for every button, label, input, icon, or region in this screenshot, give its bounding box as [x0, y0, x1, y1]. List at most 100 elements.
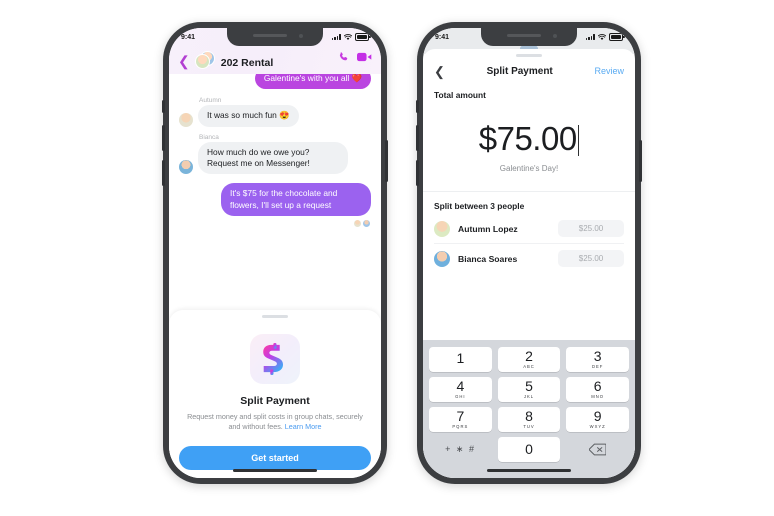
key-letters: WXYZ — [589, 424, 606, 430]
drag-handle[interactable] — [262, 315, 288, 318]
right-phone-device: 9:41 ❮ Split Payment Review Total amount… — [416, 22, 642, 484]
cellular-bars-icon — [585, 34, 595, 40]
notch — [227, 28, 323, 46]
status-indicators — [585, 33, 625, 41]
earpiece-speaker-icon — [507, 34, 541, 37]
key-1[interactable]: 1 — [429, 346, 492, 372]
drag-handle[interactable] — [516, 54, 542, 57]
participant-name: Bianca Soares — [458, 253, 518, 264]
chevron-left-icon[interactable]: ❮ — [434, 65, 445, 78]
key-number: 0 — [525, 441, 533, 457]
key-6[interactable]: 6 MNO — [566, 376, 630, 402]
status-time: 9:41 — [181, 33, 196, 41]
key-9[interactable]: 9 WXYZ — [566, 406, 630, 432]
seen-avatar — [354, 220, 361, 228]
split-between-label: Split between 3 people — [434, 201, 525, 211]
avatar — [434, 220, 450, 237]
participant-name: Autumn Lopez — [458, 223, 518, 234]
keypad-row: + ∗ # 0 — [426, 434, 632, 464]
key-number: 9 — [593, 407, 602, 424]
front-camera-icon — [553, 34, 557, 38]
amount-display[interactable]: $75.00 — [423, 120, 635, 158]
review-button[interactable]: Review — [594, 66, 624, 76]
message-bubble-outgoing: Galentine's with you all ❤️ — [254, 74, 371, 90]
learn-more-link[interactable]: Learn More — [285, 422, 322, 431]
chevron-left-icon[interactable]: ❮ — [178, 54, 190, 68]
sheet-nav-bar: ❮ Split Payment Review — [423, 59, 635, 83]
chat-title: 202 Rental — [220, 56, 274, 69]
volume-up-button[interactable] — [162, 125, 165, 151]
key-symbols[interactable]: + ∗ # — [429, 437, 492, 462]
participant-row[interactable]: Bianca Soares $25.00 — [423, 244, 635, 273]
avatar — [179, 160, 193, 175]
power-button[interactable] — [385, 140, 388, 182]
mute-switch[interactable] — [162, 100, 165, 113]
split-payment-sheet: ❮ Split Payment Review Total amount $75.… — [423, 49, 635, 478]
participant-amount-field[interactable]: $25.00 — [558, 250, 624, 267]
page-title: Split Payment — [486, 65, 553, 77]
get-started-button[interactable]: Get started — [179, 445, 371, 470]
sheet-title: Split Payment — [240, 395, 310, 407]
status-time: 9:41 — [435, 33, 450, 41]
phone-icon[interactable] — [338, 50, 350, 68]
wifi-icon — [598, 33, 606, 40]
message-bubble-incoming: How much do we owe you? Request me on Me… — [198, 141, 348, 175]
battery-icon — [609, 33, 625, 41]
message-row: It's $75 for the chocolate and flowers, … — [169, 183, 381, 217]
keypad-row: 1 2 ABC 3 DEF — [426, 344, 632, 374]
message-sender-name: Bianca — [199, 133, 219, 141]
key-7[interactable]: 7 PQRS — [429, 406, 492, 432]
key-number: 4 — [456, 377, 465, 394]
key-2[interactable]: 2 ABC — [497, 346, 561, 372]
mute-switch[interactable] — [416, 100, 419, 113]
split-payment-dollar-icon — [250, 334, 300, 384]
video-camera-icon[interactable] — [357, 50, 372, 68]
message-bubble-incoming: It was so much fun 😍 — [198, 105, 299, 127]
right-phone-screen: 9:41 ❮ Split Payment Review Total amount… — [423, 28, 635, 478]
key-letters: ABC — [523, 364, 535, 370]
battery-icon — [355, 33, 371, 41]
amount-value: $75.00 — [478, 120, 577, 157]
seen-receipts — [169, 219, 381, 228]
key-backspace[interactable] — [566, 437, 629, 462]
key-3[interactable]: 3 DEF — [566, 346, 630, 372]
avatar — [434, 250, 450, 267]
home-indicator[interactable] — [233, 469, 317, 472]
message-row: It was so much fun 😍 — [169, 105, 381, 127]
volume-down-button[interactable] — [162, 160, 165, 186]
group-avatar-icon[interactable] — [194, 51, 215, 69]
key-letters: JKL — [523, 394, 535, 400]
wifi-icon — [344, 33, 352, 40]
left-phone-device: 9:41 ❮ 202 Rental Galentine's with you a… — [162, 22, 388, 484]
backspace-delete-icon — [589, 443, 607, 455]
total-amount-label: Total amount — [434, 90, 486, 100]
message-bubble-outgoing: It's $75 for the chocolate and flowers, … — [221, 183, 371, 217]
sheet-description: Request money and split costs in group c… — [183, 412, 367, 433]
numeric-keypad: 1 2 ABC 3 DEF 4 GHI 5 JKL 6 MNO 7 PQRS 8… — [423, 340, 635, 478]
sheet-description-text: Request money and split costs in group c… — [187, 412, 363, 432]
key-letters: PQRS — [452, 424, 469, 430]
key-number: 1 — [456, 350, 465, 367]
earpiece-speaker-icon — [253, 34, 287, 37]
volume-up-button[interactable] — [416, 125, 419, 151]
cellular-bars-icon — [331, 34, 341, 40]
key-letters: GHI — [455, 394, 466, 400]
key-8[interactable]: 8 TUV — [497, 406, 561, 432]
volume-down-button[interactable] — [416, 160, 419, 186]
key-0[interactable]: 0 — [497, 436, 561, 462]
payment-memo[interactable]: Galentine's Day! — [423, 164, 635, 173]
key-letters: DEF — [591, 364, 604, 370]
key-5[interactable]: 5 JKL — [497, 376, 561, 402]
key-letters: MNO — [591, 394, 605, 400]
notch — [481, 28, 577, 46]
key-4[interactable]: 4 GHI — [429, 376, 492, 402]
participant-row[interactable]: Autumn Lopez $25.00 — [423, 214, 635, 243]
keypad-row: 7 PQRS 8 TUV 9 WXYZ — [426, 404, 632, 434]
seen-avatar — [363, 220, 370, 228]
home-indicator[interactable] — [487, 469, 571, 472]
key-number: + ∗ # — [445, 443, 476, 454]
status-indicators — [331, 33, 371, 41]
power-button[interactable] — [639, 140, 642, 182]
message-sender-name: Autumn — [199, 97, 222, 105]
participant-amount-field[interactable]: $25.00 — [558, 220, 624, 237]
